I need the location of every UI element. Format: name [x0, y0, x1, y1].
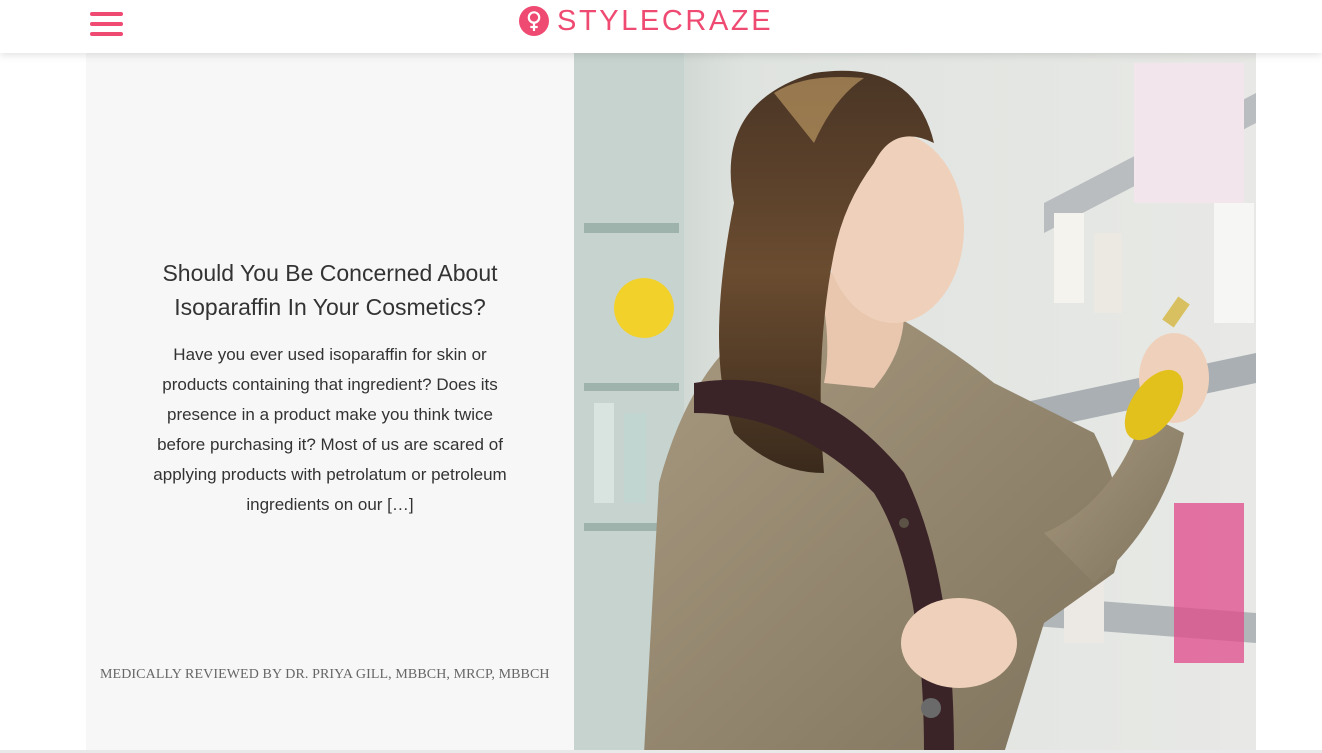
- article-card-text[interactable]: Should You Be Concerned About Isoparaffi…: [86, 53, 574, 753]
- medical-reviewer-credit: MEDICALLY REVIEWED BY DR. PRIYA GILL, MB…: [100, 667, 550, 682]
- site-logo[interactable]: STYLECRAZE: [519, 5, 773, 37]
- woman-shopping-photo: [574, 53, 1256, 753]
- article-title[interactable]: Should You Be Concerned About Isoparaffi…: [86, 256, 574, 324]
- article-image[interactable]: [574, 53, 1256, 753]
- article-excerpt: Have you ever used isoparaffin for skin …: [153, 345, 507, 514]
- logo-text: STYLECRAZE: [557, 5, 774, 37]
- hamburger-menu-icon[interactable]: [90, 12, 124, 36]
- site-header: STYLECRAZE: [0, 0, 1322, 53]
- logo-female-symbol-icon: [519, 6, 549, 36]
